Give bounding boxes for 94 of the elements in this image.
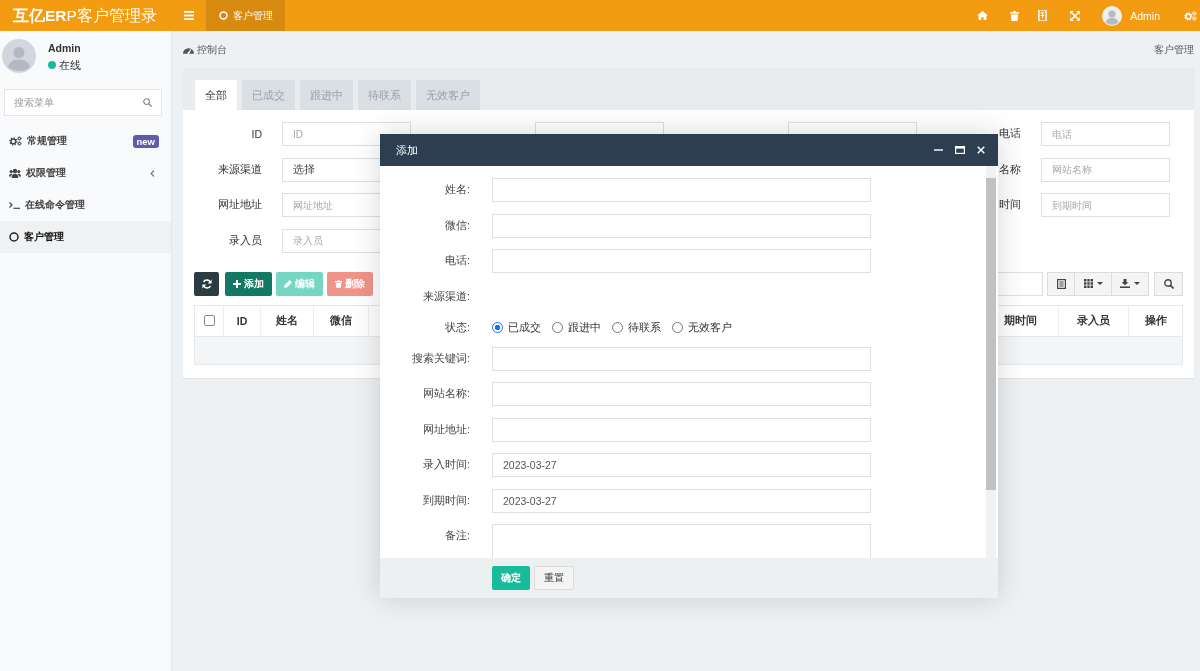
field-label: 录入员 [229, 233, 262, 246]
filter-tab[interactable]: 全部 [195, 80, 237, 110]
search-field[interactable] [997, 271, 1043, 296]
input-field[interactable] [492, 382, 871, 406]
dashboard-icon [183, 45, 194, 54]
trash-icon[interactable] [1010, 10, 1020, 21]
avatar-icon[interactable] [1102, 5, 1123, 26]
user-name: Admin [48, 41, 81, 55]
input-field[interactable]: 电话 [1041, 122, 1170, 146]
radio-label: 待联系 [628, 320, 661, 335]
reset-button[interactable]: 重置 [534, 566, 574, 590]
users-icon [9, 168, 21, 178]
radio-label: 无效客户 [688, 320, 732, 335]
close-icon[interactable] [977, 146, 985, 154]
input-field[interactable] [492, 249, 871, 273]
list-icon [1056, 278, 1066, 289]
refresh-button[interactable] [194, 271, 219, 296]
column-header[interactable]: 姓名 [260, 305, 313, 336]
caret-icon [1096, 282, 1103, 285]
view-button[interactable] [1075, 271, 1112, 296]
columns-button[interactable] [1047, 271, 1075, 296]
terminal-icon [9, 201, 20, 209]
grid-icon [1083, 279, 1093, 288]
expand-arrows-icon[interactable] [1070, 10, 1081, 21]
gears-icon [9, 136, 22, 146]
field-label: 姓名: [445, 183, 470, 195]
input-field[interactable]: 2023-03-27 [492, 488, 871, 513]
field-label: 时间 [999, 198, 1021, 210]
trash-icon [335, 279, 342, 288]
add-button[interactable]: 添加 [225, 271, 272, 296]
column-header[interactable]: ID [223, 305, 260, 336]
circle-icon [219, 11, 228, 20]
column-header[interactable]: 操作 [1128, 305, 1182, 336]
field-label: 来源渠道 [218, 162, 262, 175]
checkbox[interactable] [203, 315, 215, 326]
menu-badge: new [132, 134, 159, 148]
sidebar-item[interactable]: 在线命令管理 [0, 189, 171, 221]
radio-label: 跟进中 [568, 320, 601, 335]
input-field[interactable] [492, 417, 871, 442]
input-field[interactable]: 2023-03-27 [492, 453, 871, 477]
field-label: 状态: [445, 320, 470, 333]
column-header[interactable]: 期时间 [998, 305, 1058, 336]
search-icon [1163, 278, 1174, 289]
chevron-left-icon[interactable] [150, 169, 155, 177]
caret-icon [1134, 282, 1140, 285]
field-label: 备注: [445, 529, 470, 541]
app-logo: 互亿ERP客户管理录 [12, 6, 158, 26]
book-icon[interactable] [1038, 10, 1048, 21]
radio-button[interactable] [612, 322, 623, 333]
circle-icon [9, 232, 19, 242]
export-button[interactable] [1112, 271, 1149, 296]
refresh-icon [201, 278, 212, 289]
input-field[interactable] [492, 213, 871, 238]
pencil-icon [284, 279, 292, 288]
sidebar-item[interactable]: 常规管理 new [0, 125, 171, 157]
search-field[interactable]: 搜索菜单 [4, 89, 162, 116]
status-text: 在线 [59, 58, 81, 72]
menu-icon[interactable] [184, 11, 194, 20]
input-field[interactable]: 到期时间 [1041, 193, 1170, 217]
sidebar-item[interactable]: 客户管理 [0, 221, 171, 253]
download-icon [1120, 279, 1130, 288]
field-label: 电话: [445, 254, 470, 266]
field-label: 来源渠道: [423, 289, 470, 302]
avatar-icon [2, 39, 36, 73]
breadcrumb-current: 客户管理 [1154, 42, 1194, 57]
input-field[interactable] [492, 178, 871, 202]
field-label: 录入时间: [423, 458, 470, 470]
gears-icon[interactable] [1184, 10, 1197, 21]
breadcrumb-link[interactable]: 控制台 [197, 42, 227, 57]
input-field[interactable]: 网站名称 [1041, 157, 1170, 182]
field-label: 电话 [999, 127, 1021, 139]
input-field[interactable] [492, 346, 871, 371]
radio-label: 已成交 [508, 320, 541, 335]
radio-button[interactable] [552, 322, 563, 333]
column-header[interactable]: 录入员 [1058, 305, 1128, 336]
search-icon[interactable] [143, 98, 152, 107]
field-label: ID [251, 128, 262, 140]
field-label: 网站名称: [423, 387, 470, 399]
scrollbar-drawing[interactable] [986, 166, 996, 558]
radio-button[interactable] [672, 322, 683, 333]
sidebar-item[interactable]: 权限管理 [0, 157, 171, 189]
plus-icon [233, 279, 241, 288]
field-label: 到期时间: [423, 493, 470, 506]
maximize-icon[interactable] [955, 146, 965, 154]
field-label: 名称 [999, 162, 1021, 175]
radio-button[interactable] [492, 322, 503, 333]
field-label: 搜索关键词: [412, 351, 470, 364]
field-label: 微信: [445, 218, 470, 231]
status-dot-icon [48, 61, 56, 69]
field-label: 网址地址: [423, 422, 470, 435]
column-header[interactable]: 微信 [313, 305, 368, 336]
search-button[interactable] [1154, 271, 1183, 296]
home-icon[interactable] [977, 11, 989, 20]
field-label: 网址地址 [218, 198, 262, 210]
